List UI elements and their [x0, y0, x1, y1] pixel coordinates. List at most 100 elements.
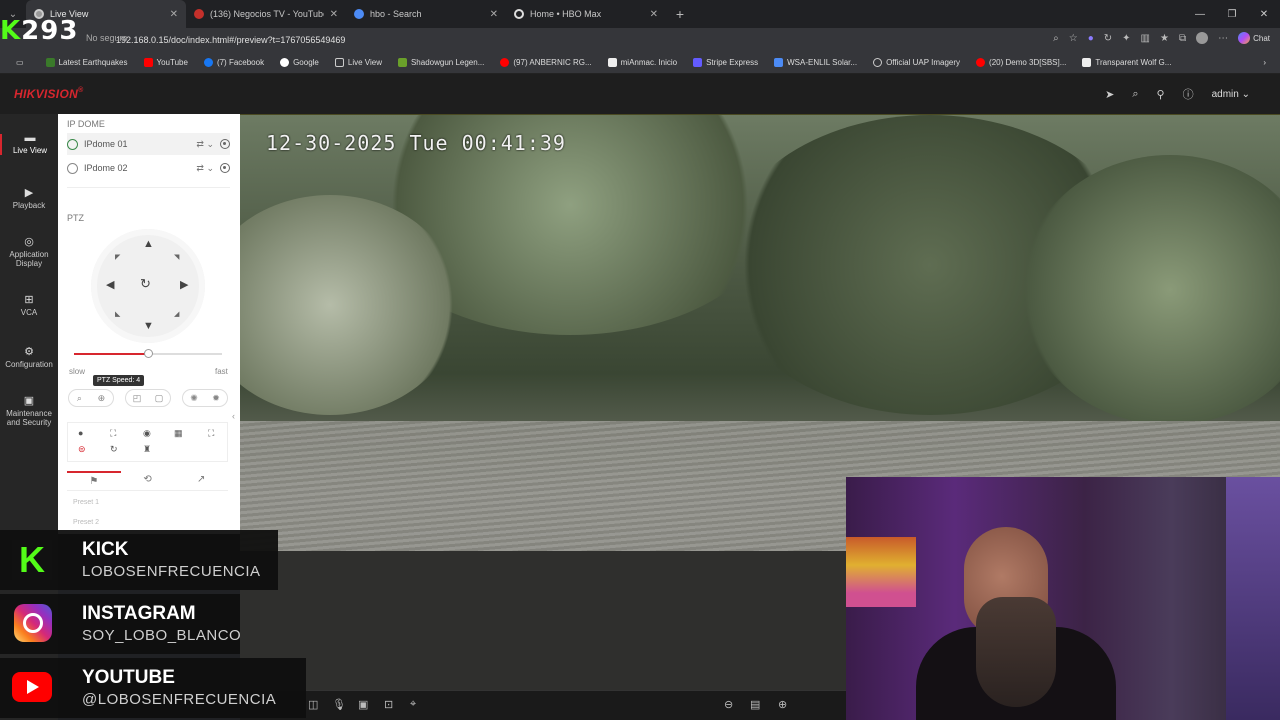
tab-hbo-search[interactable]: hbo - Search ✕ [346, 0, 506, 28]
bookmark-item[interactable]: (97) ANBERNIC RG... [492, 58, 599, 67]
iris-open-icon[interactable]: ✹ [212, 393, 220, 404]
previous-window-icon[interactable]: ⊖ [724, 698, 733, 711]
focus-frame-icon[interactable]: ⛶ [110, 428, 116, 439]
bookmark-item[interactable]: miAnmac. Inicio [600, 58, 685, 67]
tab-youtube[interactable]: (136) Negocios TV - YouTube ✕ [186, 0, 346, 28]
nav-configuration[interactable]: ⚙ Configuration [0, 347, 58, 370]
tab-close-icon[interactable]: ✕ [170, 9, 178, 20]
ptz-right-icon[interactable]: ▶ [180, 280, 188, 291]
user-menu[interactable]: admin ⌄ [1212, 89, 1250, 100]
ptz-up-right-icon[interactable]: ◥ [174, 252, 179, 263]
zoom-in-icon[interactable]: ⊕ [98, 393, 106, 404]
preset-item[interactable]: Preset 1 [73, 499, 99, 506]
record-icon[interactable] [220, 163, 230, 173]
record-icon[interactable] [220, 139, 230, 149]
light-icon[interactable]: ● [78, 428, 83, 438]
grid-layout-icon[interactable]: ▦ [174, 428, 183, 439]
search-lens-icon[interactable]: ⌕ [1053, 33, 1059, 44]
speed-knob[interactable] [144, 349, 153, 358]
tab-close-icon[interactable]: ✕ [330, 9, 338, 20]
close-window-icon[interactable]: ✕ [1248, 0, 1280, 28]
ptz-down-icon[interactable]: ▼ [143, 321, 154, 332]
bookmarks-overflow-icon[interactable]: › [1255, 58, 1274, 67]
bookmark-item[interactable]: WSA-ENLIL Solar... [766, 58, 865, 67]
security-indicator[interactable]: No seguro [86, 33, 128, 43]
focus-far-icon[interactable]: ▢ [155, 393, 164, 404]
tab-pattern[interactable]: ↗ [174, 471, 228, 490]
microphone-icon[interactable]: 🎙︎ [332, 698, 346, 711]
preset-tabs: ⚑ ⟲ ↗ [67, 471, 228, 491]
refresh-extension-icon[interactable]: ↻ [1104, 33, 1112, 44]
ptz-direction-pad: ▲ ▼ ◀ ▶ ◤ ◥ ◣ ◢ ↻ [91, 229, 205, 343]
bookmark-item[interactable]: YouTube [136, 58, 196, 67]
bookmark-item[interactable]: Official UAP Imagery [865, 58, 968, 67]
ptz-auto-scan-icon[interactable]: ↻ [140, 277, 156, 294]
iris-close-icon[interactable]: ✺ [190, 393, 198, 404]
capture-icon[interactable]: ◫ [308, 698, 318, 711]
tab-close-icon[interactable]: ✕ [650, 9, 658, 20]
extension-icon[interactable]: ● [1088, 33, 1094, 44]
stop-all-icon[interactable]: ▤ [750, 698, 760, 711]
bookmark-item[interactable]: (20) Demo 3D[SBS]... [968, 58, 1074, 67]
region-focus-icon[interactable]: ⌖ [410, 698, 416, 711]
profile-avatar[interactable] [1196, 32, 1209, 44]
ptz-speed-slider[interactable] [74, 349, 222, 358]
url-field[interactable]: 192.168.0.15/doc/index.html#/preview?t=1… [116, 35, 345, 45]
nav-application-display[interactable]: ◎ Application Display [0, 237, 58, 269]
search-icon[interactable]: ⌕ [1132, 88, 1138, 101]
zoom-out-icon[interactable]: ⌕ [77, 393, 82, 404]
ptz-up-left-icon[interactable]: ◤ [115, 252, 120, 263]
lens-init-icon[interactable]: ↻ [110, 444, 118, 455]
camera-item[interactable]: IPdome 02 ⇄ ⌄ [67, 157, 230, 179]
nav-playback[interactable]: ▶ Playback [0, 188, 58, 211]
nav-live-view[interactable]: ▬ Live View [0, 133, 58, 155]
nav-maintenance-security[interactable]: ▣ Maintenance and Security [0, 396, 58, 428]
bookmark-item[interactable]: Stripe Express [685, 58, 766, 67]
ptz-down-left-icon[interactable]: ◣ [115, 309, 120, 320]
stream-switch-icon[interactable]: ⇄ ⌄ [196, 163, 214, 174]
bookmark-item[interactable]: Latest Earthquakes [38, 58, 136, 67]
favorites-icon[interactable]: ★ [1160, 33, 1169, 44]
tab-hbo-max[interactable]: Home • HBO Max ✕ [506, 0, 666, 28]
camera-item[interactable]: IPdome 01 ⇄ ⌄ [67, 133, 230, 155]
region-icon[interactable]: ⛶ [208, 428, 214, 439]
focus-near-icon[interactable]: ◰ [133, 393, 142, 404]
preset-item[interactable]: Preset 2 [73, 519, 99, 526]
ptz-left-icon[interactable]: ◀ [106, 280, 114, 291]
bookmark-item[interactable]: Transparent Wolf G... [1074, 58, 1179, 67]
send-icon[interactable]: ➤ [1105, 88, 1114, 101]
bookmarks-menu-icon[interactable]: ▭ [8, 58, 38, 67]
bookmark-item[interactable]: Google [272, 58, 327, 67]
ptz-up-icon[interactable]: ▲ [143, 239, 154, 250]
minimize-icon[interactable]: — [1184, 0, 1216, 28]
bookmark-item[interactable]: (7) Facebook [196, 58, 272, 67]
copilot-chat-button[interactable]: Chat [1238, 32, 1270, 44]
bookmark-item[interactable]: Shadowgun Legen... [390, 58, 492, 67]
collapse-panel-icon[interactable]: ‹ [232, 411, 235, 421]
stream-switch-icon[interactable]: ⇄ ⌄ [196, 139, 214, 150]
sidebar-icon[interactable]: ▥ [1141, 33, 1150, 44]
tab-close-icon[interactable]: ✕ [490, 9, 498, 20]
new-tab-icon[interactable]: + [666, 6, 694, 22]
next-window-icon[interactable]: ⊕ [778, 698, 787, 711]
wiper-icon[interactable]: ◉ [143, 428, 151, 439]
restore-icon[interactable]: ❐ [1216, 0, 1248, 28]
digital-zoom-icon[interactable]: ⊡ [384, 698, 393, 711]
3d-zoom-icon[interactable]: ⊜ [78, 444, 86, 455]
tab-patrol[interactable]: ⟲ [121, 471, 175, 490]
snapshot-icon[interactable]: ▣ [358, 698, 368, 711]
info-icon[interactable]: ⓘ [1183, 86, 1194, 102]
bookmark-item[interactable]: Live View [327, 58, 390, 67]
instagram-icon [14, 604, 52, 642]
collections-icon[interactable]: ⧉ [1179, 33, 1186, 44]
pin-icon[interactable]: ⚲ [1157, 88, 1165, 101]
nav-vca[interactable]: ⊞ VCA [0, 295, 58, 318]
ptz-down-right-icon[interactable]: ◢ [174, 309, 179, 320]
bookmark-star-icon[interactable]: ☆ [1069, 33, 1078, 44]
manual-tracking-icon[interactable]: ♜ [143, 444, 151, 455]
tab-preset[interactable]: ⚑ [67, 471, 121, 490]
bookmark-favicon-icon [203, 58, 213, 67]
extensions-puzzle-icon[interactable]: ✦ [1122, 33, 1130, 44]
more-menu-icon[interactable]: ⋯ [1218, 33, 1228, 44]
ptz-title: PTZ [67, 213, 84, 223]
